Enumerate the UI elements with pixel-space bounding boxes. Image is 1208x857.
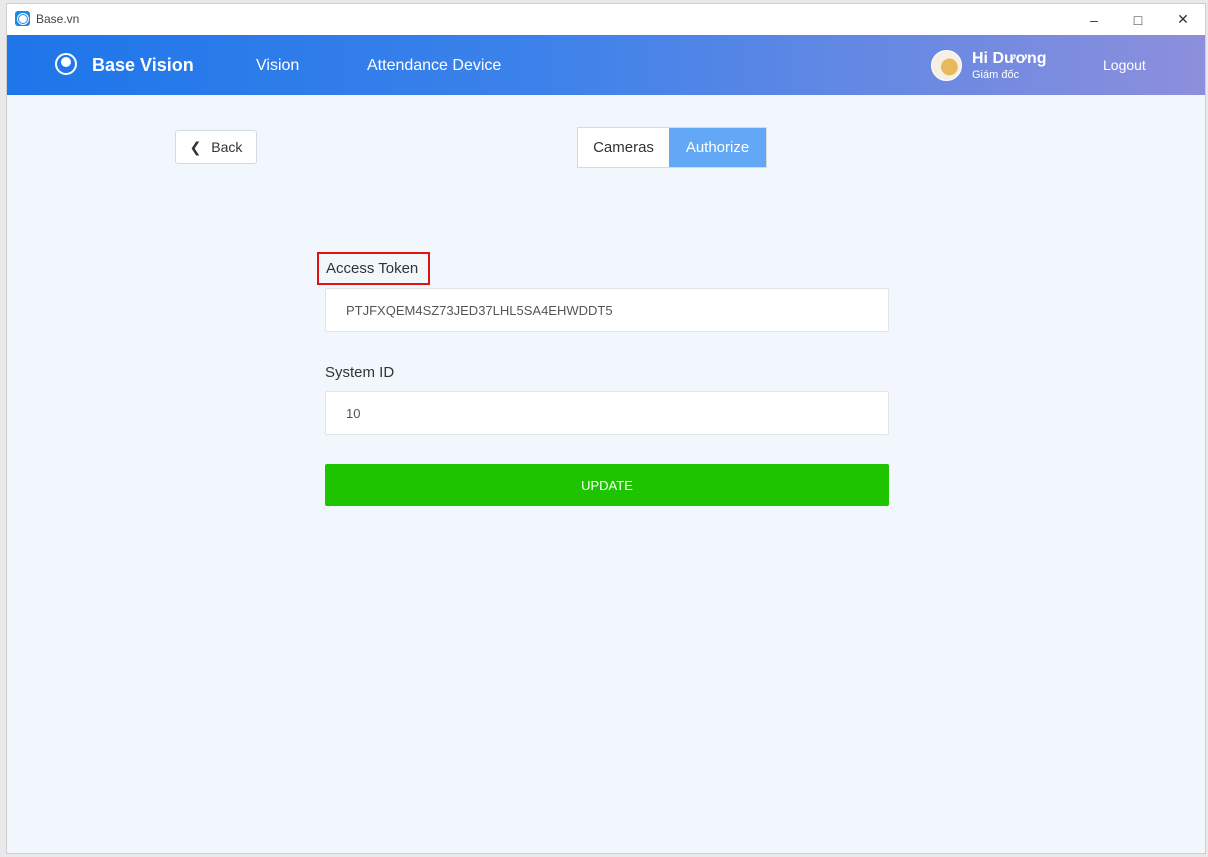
access-token-label-highlight: Access Token [317, 252, 430, 285]
system-id-label: System ID [325, 364, 395, 381]
nav-link-attendance-device[interactable]: Attendance Device [367, 57, 501, 75]
access-token-label: Access Token [326, 260, 419, 277]
update-button[interactable]: UPDATE [325, 464, 889, 506]
window-title: Base.vn [36, 12, 80, 26]
base-vision-logo-icon [55, 53, 77, 75]
view-tabs: Cameras Authorize [577, 127, 767, 168]
user-avatar[interactable] [931, 50, 962, 81]
logout-link[interactable]: Logout [1103, 57, 1146, 73]
tab-cameras[interactable]: Cameras [578, 128, 669, 167]
user-role: Giám đốc [972, 69, 1020, 81]
minimize-icon[interactable]: – [1071, 4, 1117, 35]
chevron-left-icon: ❮ [189, 138, 202, 155]
app-logo-icon [15, 11, 30, 26]
back-button-label: Back [211, 139, 243, 155]
maximize-icon[interactable]: □ [1115, 4, 1161, 35]
close-icon[interactable]: ✕ [1160, 4, 1205, 35]
access-token-field[interactable]: PTJFXQEM4SZ73JED37LHL5SA4EHWDDT5 [325, 288, 889, 332]
app-window: Base.vn – □ ✕ Base Vision Vision Attenda… [6, 3, 1206, 854]
brand-title[interactable]: Base Vision [92, 55, 194, 76]
back-button[interactable]: ❮ Back [175, 130, 257, 164]
user-greeting[interactable]: Hi Dương [972, 50, 1047, 68]
system-id-field[interactable]: 10 [325, 391, 889, 435]
nav-link-vision[interactable]: Vision [256, 57, 299, 75]
top-navbar: Base Vision Vision Attendance Device Hi … [7, 35, 1205, 95]
title-bar: Base.vn – □ ✕ [7, 4, 1205, 35]
tab-authorize[interactable]: Authorize [669, 128, 766, 167]
